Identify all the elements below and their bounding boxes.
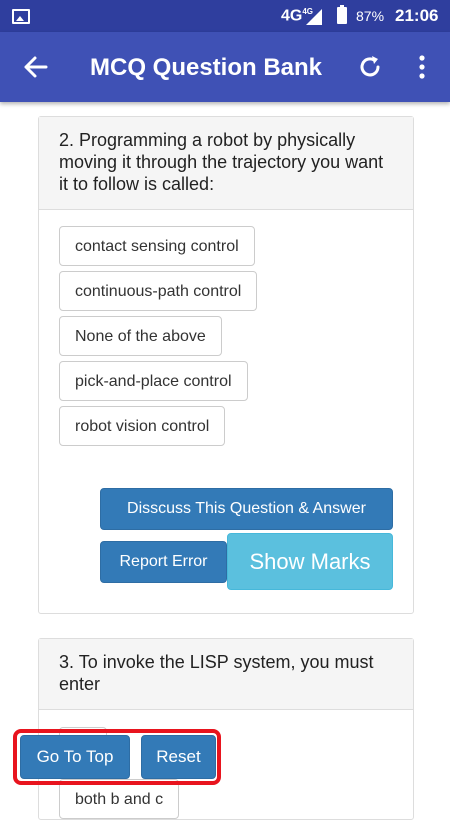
signal-icon: [306, 9, 322, 25]
page-title: MCQ Question Bank: [90, 54, 323, 81]
refresh-icon[interactable]: [355, 52, 385, 82]
floating-buttons-highlight: [13, 729, 221, 785]
answer-option[interactable]: robot vision control: [59, 406, 226, 446]
answer-option[interactable]: pick-and-place control: [59, 361, 248, 401]
question-text: 3. To invoke the LISP system, you must e…: [39, 639, 413, 710]
show-marks-button[interactable]: Show Marks: [227, 533, 393, 590]
answer-option[interactable]: continuous-path control: [59, 271, 258, 311]
more-vert-icon[interactable]: [410, 52, 434, 82]
battery-percent: 87%: [356, 8, 385, 24]
answer-option[interactable]: both b and c: [59, 779, 180, 819]
app-toolbar: MCQ Question Bank: [0, 32, 450, 102]
answer-option[interactable]: None of the above: [59, 316, 222, 356]
clock: 21:06: [395, 6, 439, 25]
discuss-question-button[interactable]: Disscuss This Question & Answer: [100, 488, 393, 530]
battery-icon: [337, 5, 347, 24]
status-bar: 4G4G 87% 21:06: [0, 0, 450, 32]
report-error-button[interactable]: Report Error: [100, 541, 227, 583]
answer-option[interactable]: contact sensing control: [59, 226, 255, 266]
arrow-back-icon[interactable]: [20, 52, 50, 82]
question-text: 2. Programming a robot by physically mov…: [39, 117, 413, 210]
question-card: 2. Programming a robot by physically mov…: [38, 116, 414, 614]
image-notification-icon: [12, 9, 30, 24]
